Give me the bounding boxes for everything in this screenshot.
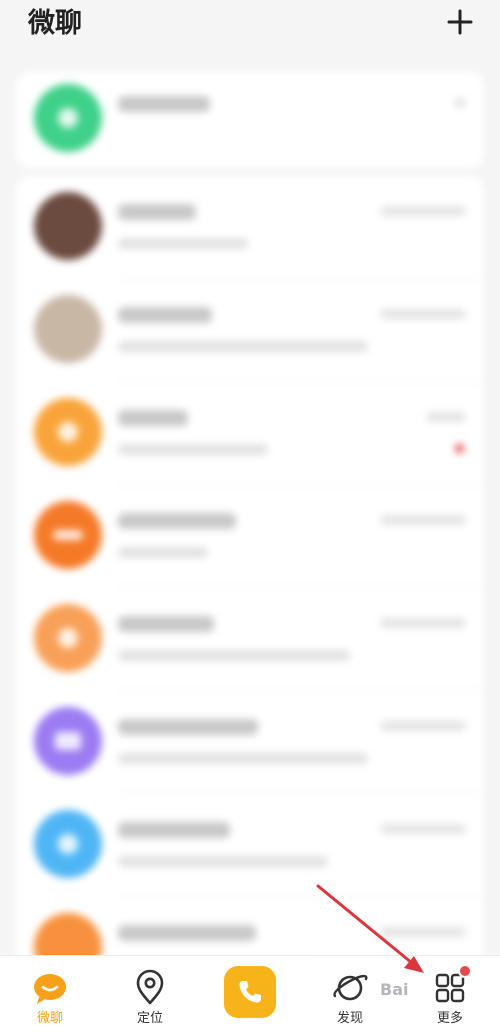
list-item-time-placeholder [426,412,466,422]
list-item-preview-placeholder [118,444,268,455]
nav-label: 定位 [136,1011,163,1026]
list-item-time-placeholder [380,721,466,731]
avatar [34,913,102,955]
phone-icon [239,981,261,1003]
list-item-time-placeholder [380,618,466,628]
nav-label: 微聊 [36,1011,63,1026]
nav-label: 发现 [336,1011,363,1026]
unread-badge [455,444,464,453]
list-item[interactable] [16,691,484,794]
app-icon [53,530,83,540]
avatar [34,84,102,152]
video-icon [58,108,78,128]
app-header: 微聊 [0,0,500,60]
app-icon [58,628,78,648]
watermark: Bai [380,980,409,999]
nav-item-location[interactable]: 定位 [100,956,200,1036]
list-item-title-placeholder [118,822,230,838]
avatar [34,192,102,260]
pinned-card[interactable] [16,72,484,168]
list-item-preview-placeholder [118,547,208,558]
list-item[interactable] [16,794,484,897]
list-item-preview-placeholder [118,856,328,867]
avatar [34,501,102,569]
list-item[interactable] [16,176,484,279]
add-button[interactable] [440,2,480,42]
list-item-title-placeholder [118,204,196,220]
conversation-list [0,60,500,955]
list-item[interactable] [16,588,484,691]
nav-item-call[interactable] [200,956,300,1036]
list-item-title-placeholder [118,410,188,426]
chat-bubble-icon [34,974,66,1004]
list-item-title-placeholder [118,513,236,529]
list-item-preview-placeholder [118,753,368,764]
notification-badge [458,964,472,978]
planet-icon [333,974,368,1001]
list-item-time-placeholder [380,824,466,834]
list-item[interactable] [16,279,484,382]
bottom-nav: 微聊 定位 发现 更多 [0,955,500,1036]
list-item-preview-placeholder [118,341,368,352]
avatar [34,604,102,672]
plus-icon [447,9,473,35]
list-item[interactable] [16,897,484,955]
list-item-time-placeholder [380,515,466,525]
call-button[interactable] [224,966,276,1018]
nav-label: 更多 [436,1011,463,1026]
app-icon [58,834,78,854]
list-item[interactable] [16,485,484,588]
avatar [34,810,102,878]
avatar [34,398,102,466]
list-item-preview-placeholder [118,238,248,249]
app-icon [58,422,78,442]
avatar [34,707,102,775]
nav-item-more[interactable]: 更多 [400,956,500,1036]
page-title: 微聊 [28,8,82,39]
avatar [34,295,102,363]
list-item-title-placeholder [118,925,256,941]
chevron-right-icon [454,98,466,108]
chat-card [16,176,484,955]
list-item-title-placeholder [118,307,212,323]
list-item-time-placeholder [380,927,466,937]
list-item-preview-placeholder [118,650,350,661]
list-item-time-placeholder [380,206,466,216]
list-item-time-placeholder [380,309,466,319]
nav-item-chat[interactable]: 微聊 [0,956,100,1036]
list-item[interactable] [16,68,484,171]
list-item[interactable] [16,382,484,485]
list-item-title-placeholder [118,719,258,735]
location-pin-icon [136,969,164,1005]
mail-icon [55,732,81,750]
list-item-title-placeholder [118,616,214,632]
list-item-title-placeholder [118,96,210,112]
